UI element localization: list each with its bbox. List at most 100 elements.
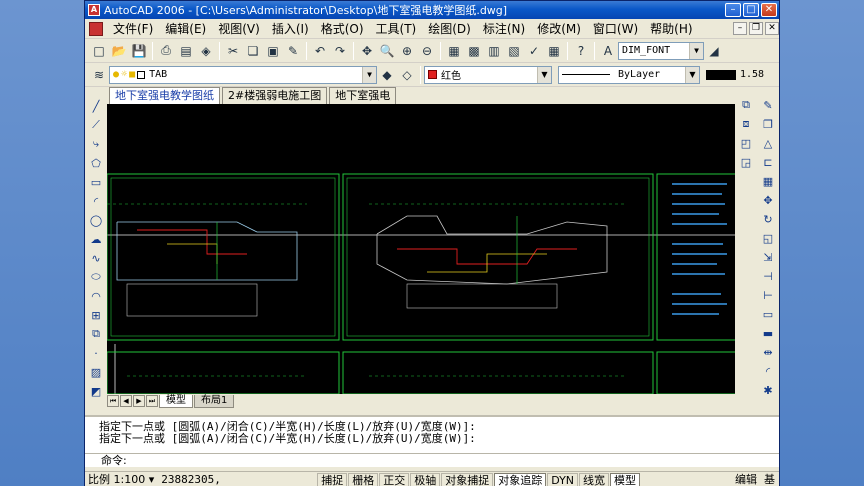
line-icon[interactable]: ╱	[87, 97, 105, 115]
zoom-window-icon[interactable]: ⊕	[398, 42, 416, 60]
stretch-icon[interactable]: ⇲	[759, 248, 777, 266]
toggle-lineweight[interactable]: 线宽	[579, 472, 610, 486]
offset-icon[interactable]: ⊏	[759, 153, 777, 171]
dim-style-icon[interactable]: ◢	[705, 42, 723, 60]
point-icon[interactable]: ·	[87, 344, 105, 362]
region-icon[interactable]: ◩	[87, 382, 105, 400]
polygon-icon[interactable]: ⬠	[87, 154, 105, 172]
doc-restore-button[interactable]: ❐	[749, 22, 763, 35]
menu-insert[interactable]: 插入(I)	[266, 20, 315, 37]
help-icon[interactable]: ?	[572, 42, 590, 60]
doc-minimize-button[interactable]: –	[733, 22, 747, 35]
toggle-dyn[interactable]: DYN	[547, 472, 579, 486]
menu-format[interactable]: 格式(O)	[315, 20, 370, 37]
menu-tools[interactable]: 工具(T)	[370, 20, 423, 37]
layer-select[interactable]: ● ☼ ■ TAB ▼	[109, 65, 377, 84]
color-select[interactable]: 红色 ▼	[424, 65, 552, 84]
tab-layout1[interactable]: 布局1	[194, 394, 235, 408]
save-icon[interactable]: 💾	[130, 42, 148, 60]
toggle-osnap[interactable]: 对象捕捉	[441, 472, 494, 486]
spline-icon[interactable]: ∿	[87, 249, 105, 267]
toggle-grid[interactable]: 栅格	[348, 472, 379, 486]
status-edit[interactable]: 编辑	[732, 472, 760, 486]
prev-tab-icon[interactable]: ◀	[120, 395, 132, 407]
move-icon[interactable]: ✥	[759, 191, 777, 209]
arc-icon[interactable]: ◜	[87, 192, 105, 210]
document-icon[interactable]	[89, 21, 103, 36]
copy-icon[interactable]: ❏	[244, 42, 262, 60]
tab-basement-power[interactable]: 地下室强电	[329, 87, 397, 104]
erase-icon[interactable]: ✎	[759, 96, 777, 114]
next-tab-icon[interactable]: ▶	[133, 395, 145, 407]
ellipse-arc-icon[interactable]: ◠	[87, 287, 105, 305]
menu-window[interactable]: 窗口(W)	[587, 20, 644, 37]
print-icon[interactable]: ⎙	[157, 42, 175, 60]
menu-view[interactable]: 视图(V)	[212, 20, 266, 37]
properties-icon[interactable]: ▦	[445, 42, 463, 60]
rotate-icon[interactable]: ↻	[759, 210, 777, 228]
menu-draw[interactable]: 绘图(D)	[422, 20, 477, 37]
menu-dimension[interactable]: 标注(N)	[477, 20, 531, 37]
new-icon[interactable]: □	[90, 42, 108, 60]
tab-building2[interactable]: 2#楼强弱电施工图	[222, 87, 328, 104]
array-icon[interactable]: ▦	[759, 172, 777, 190]
draworder-below-icon[interactable]: ◲	[737, 153, 755, 171]
break-icon[interactable]: ▭	[759, 305, 777, 323]
draworder-front-icon[interactable]: ⧉	[737, 96, 755, 114]
redo-icon[interactable]: ↷	[331, 42, 349, 60]
toggle-snap[interactable]: 捕捉	[317, 472, 348, 486]
scale-icon[interactable]: ◱	[759, 229, 777, 247]
preview-icon[interactable]: ▤	[177, 42, 195, 60]
tool-palettes-icon[interactable]: ▥	[485, 42, 503, 60]
last-tab-icon[interactable]: ⏭	[146, 395, 158, 407]
calculator-icon[interactable]: ▦	[545, 42, 563, 60]
extend-icon[interactable]: ⊢	[759, 286, 777, 304]
toggle-model[interactable]: 模型	[610, 472, 641, 486]
revision-cloud-icon[interactable]: ☁	[87, 230, 105, 248]
polyline-icon[interactable]: ⤷	[87, 135, 105, 153]
circle-icon[interactable]: ◯	[87, 211, 105, 229]
command-window[interactable]: 指定下一点或 [圆弧(A)/闭合(C)/半宽(H)/长度(L)/放弃(U)/宽度…	[85, 415, 779, 467]
zoom-previous-icon[interactable]: ⊖	[418, 42, 436, 60]
layer-manager-icon[interactable]: ≋	[90, 66, 108, 84]
rectangle-icon[interactable]: ▭	[87, 173, 105, 191]
minimize-button[interactable]: –	[725, 3, 741, 17]
status-base[interactable]: 基	[761, 472, 778, 486]
sheet-set-icon[interactable]: ▧	[505, 42, 523, 60]
drawing-canvas[interactable]	[107, 104, 737, 394]
toggle-polar[interactable]: 极轴	[410, 472, 441, 486]
paste-icon[interactable]: ▣	[264, 42, 282, 60]
copy-object-icon[interactable]: ❐	[759, 115, 777, 133]
tab-basement-teaching[interactable]: 地下室强电教学图纸	[109, 87, 220, 104]
publish-icon[interactable]: ◈	[197, 42, 215, 60]
markup-icon[interactable]: ✓	[525, 42, 543, 60]
doc-close-button[interactable]: ✕	[765, 22, 779, 35]
toggle-otrack[interactable]: 对象追踪	[494, 472, 547, 486]
menu-help[interactable]: 帮助(H)	[644, 20, 698, 37]
make-current-layer-icon[interactable]: ◆	[378, 66, 396, 84]
join-icon[interactable]: ▬	[759, 324, 777, 342]
open-icon[interactable]: 📂	[110, 42, 128, 60]
linetype-select[interactable]: ByLayer ▼	[558, 65, 700, 84]
make-block-icon[interactable]: ⧉	[87, 325, 105, 343]
maximize-button[interactable]: □	[743, 3, 759, 17]
lineweight-select[interactable]: 1.58	[706, 66, 766, 84]
ellipse-icon[interactable]: ⬭	[87, 268, 105, 286]
draworder-above-icon[interactable]: ◰	[737, 134, 755, 152]
command-input[interactable]: 命令:	[85, 453, 779, 467]
construction-line-icon[interactable]: ⟋	[87, 116, 105, 134]
trim-icon[interactable]: ⊣	[759, 267, 777, 285]
cut-icon[interactable]: ✂	[224, 42, 242, 60]
menu-modify[interactable]: 修改(M)	[531, 20, 587, 37]
undo-icon[interactable]: ↶	[311, 42, 329, 60]
dim-style-select[interactable]: DIM_FONT ▼	[618, 41, 704, 60]
first-tab-icon[interactable]: ⏮	[107, 395, 119, 407]
design-center-icon[interactable]: ▩	[465, 42, 483, 60]
match-properties-icon[interactable]: ✎	[284, 42, 302, 60]
close-button[interactable]: ✕	[761, 3, 777, 17]
mirror-icon[interactable]: △	[759, 134, 777, 152]
annotation-scale[interactable]: 比例 1:100 ▾	[85, 472, 158, 486]
fillet-icon[interactable]: ◜	[759, 362, 777, 380]
chamfer-icon[interactable]: ⇹	[759, 343, 777, 361]
hatch-icon[interactable]: ▨	[87, 363, 105, 381]
